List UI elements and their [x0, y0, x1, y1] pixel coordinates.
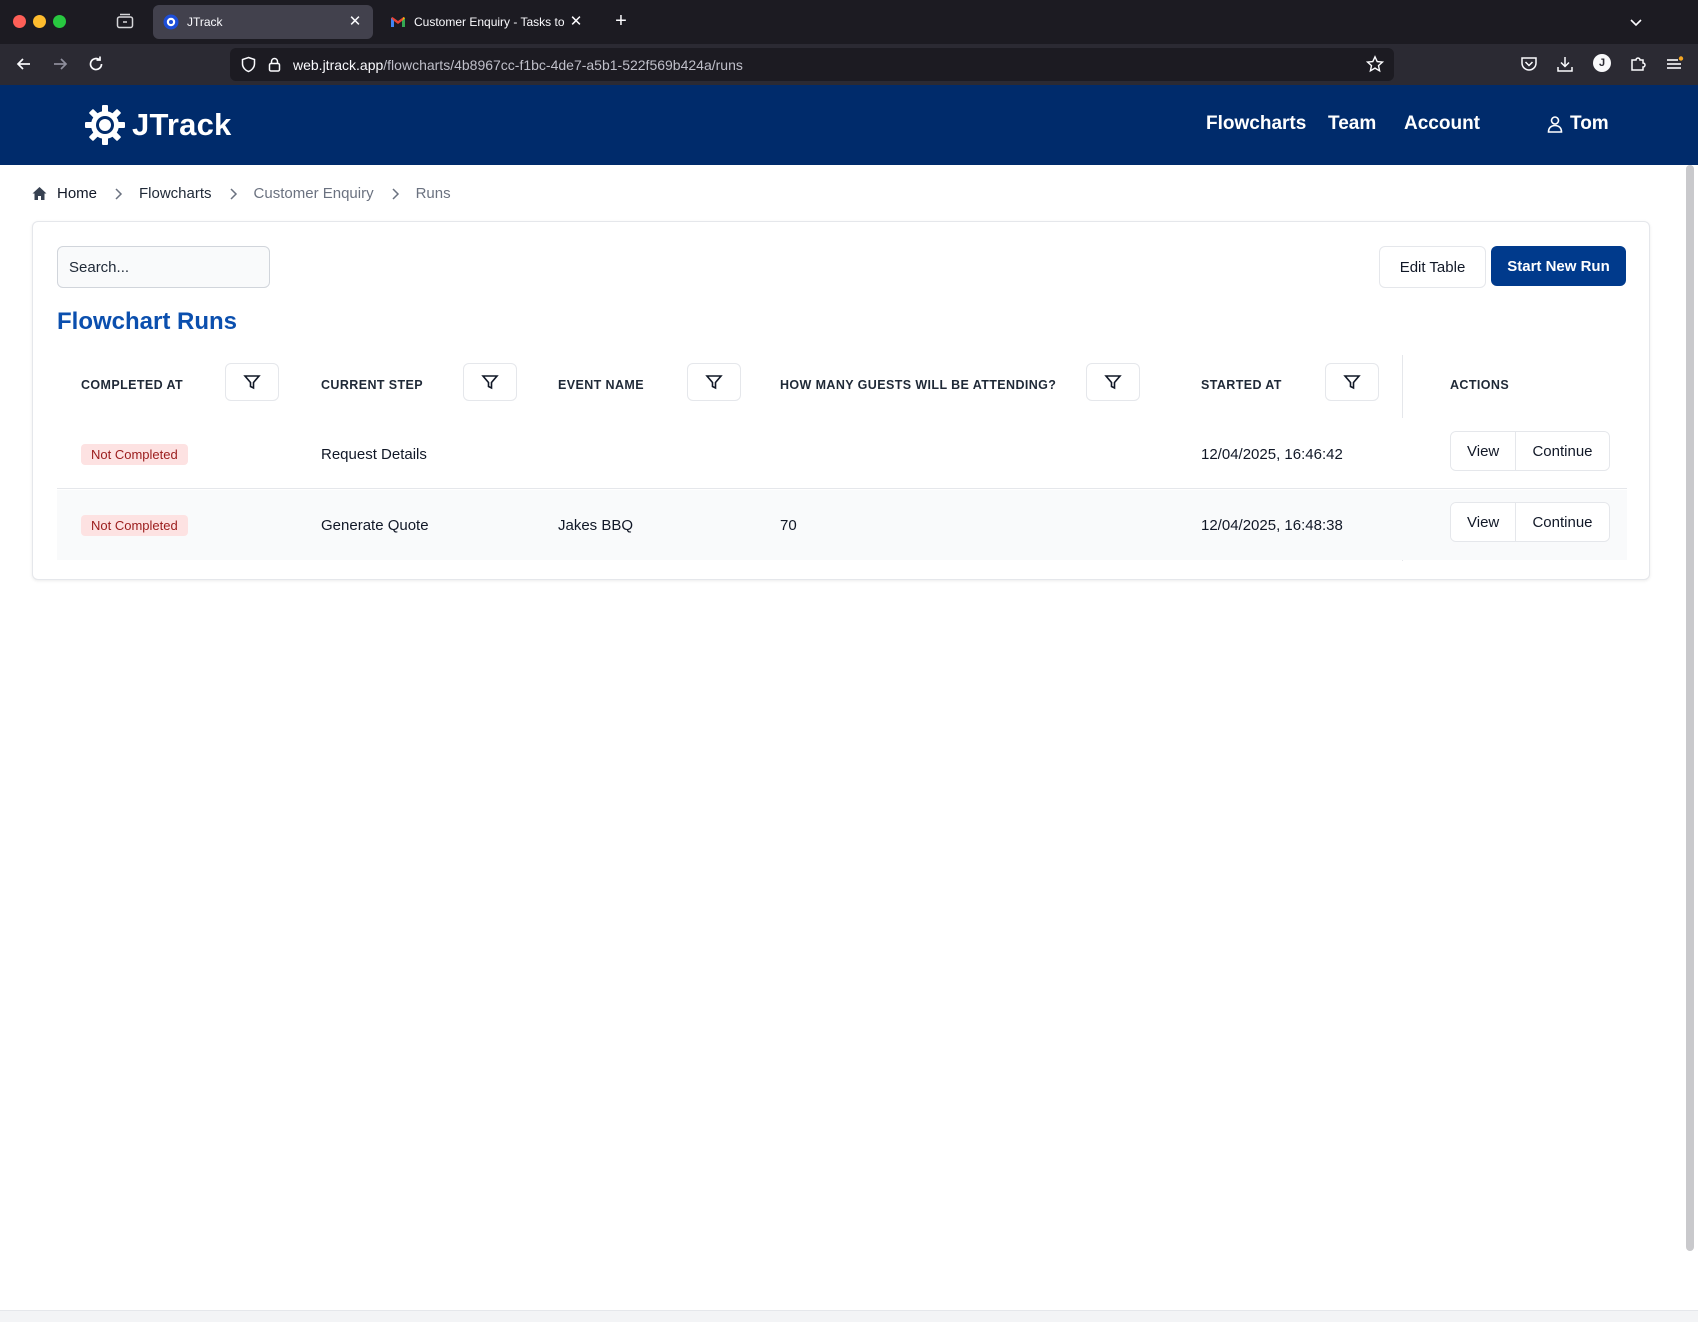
filter-current-step-button[interactable] — [463, 363, 517, 401]
chevron-down-icon[interactable] — [1628, 14, 1644, 30]
search-input[interactable] — [57, 246, 270, 288]
breadcrumb-customer-enquiry[interactable]: Customer Enquiry — [254, 185, 374, 202]
column-header-guests: How Many Guests Will Be Attending? — [780, 378, 1057, 392]
url-text: web.jtrack.app/flowcharts/4b8967cc-f1bc-… — [293, 57, 743, 73]
app-header: JTrack Flowcharts Team Account Tom — [0, 85, 1698, 165]
breadcrumb-runs: Runs — [415, 185, 451, 202]
tab-close-icon[interactable]: ✕ — [568, 14, 584, 30]
chevron-right-icon — [111, 187, 125, 201]
column-header-actions: Actions — [1450, 378, 1510, 392]
jtrack-favicon-icon — [163, 14, 179, 30]
forward-arrow-icon[interactable] — [50, 54, 70, 74]
gear-logo-icon — [84, 104, 126, 146]
completed-cell: Not Completed — [81, 419, 188, 490]
start-new-run-button[interactable]: Start New Run — [1491, 246, 1626, 286]
current-step-cell: Request Details — [321, 446, 427, 463]
nav-account[interactable]: Account — [1404, 113, 1480, 135]
brand-name: JTrack — [132, 107, 232, 142]
status-badge: Not Completed — [81, 444, 188, 465]
browser-tab-gmail[interactable]: Customer Enquiry - Tasks to co ✕ — [380, 5, 594, 39]
filter-icon — [1104, 375, 1122, 390]
nav-flowcharts[interactable]: Flowcharts — [1206, 113, 1306, 135]
runs-table: Completed At Current Step Event Name How… — [57, 352, 1627, 560]
page-scrollbar[interactable] — [1686, 165, 1694, 1251]
lock-icon[interactable] — [266, 56, 283, 73]
download-icon[interactable] — [1555, 54, 1575, 74]
breadcrumb-home-label: Home — [57, 185, 98, 202]
tab-overview-icon[interactable] — [116, 13, 134, 29]
completed-cell: Not Completed — [81, 490, 188, 561]
breadcrumb-flowcharts[interactable]: Flowcharts — [139, 185, 212, 202]
breadcrumb: Home Flowcharts Customer Enquiry Runs — [32, 185, 451, 202]
reload-icon[interactable] — [86, 54, 106, 74]
started-at-cell: 12/04/2025, 16:48:38 — [1201, 517, 1343, 534]
shield-icon[interactable] — [240, 56, 257, 73]
filter-icon — [243, 375, 261, 390]
window-maximize-button[interactable] — [53, 15, 66, 28]
tab-title: JTrack — [187, 15, 223, 29]
home-icon — [32, 186, 47, 201]
chevron-right-icon — [388, 187, 402, 201]
filter-started-at-button[interactable] — [1325, 363, 1379, 401]
profile-avatar[interactable]: J — [1593, 54, 1611, 72]
current-step-cell: Generate Quote — [321, 517, 429, 534]
filter-guests-button[interactable] — [1086, 363, 1140, 401]
window-minimize-button[interactable] — [33, 15, 46, 28]
user-menu[interactable]: Tom — [1546, 113, 1609, 135]
status-badge: Not Completed — [81, 515, 188, 536]
continue-button[interactable]: Continue — [1516, 432, 1609, 470]
filter-icon — [1343, 375, 1361, 390]
user-name: Tom — [1570, 113, 1609, 134]
runs-card: Edit Table Start New Run Flowchart Runs … — [32, 221, 1650, 580]
back-arrow-icon[interactable] — [14, 54, 34, 74]
user-icon — [1546, 115, 1564, 133]
continue-button[interactable]: Continue — [1516, 503, 1609, 541]
pocket-icon[interactable] — [1519, 54, 1539, 74]
event-name-cell: Jakes BBQ — [558, 517, 634, 534]
started-at-cell: 12/04/2025, 16:46:42 — [1201, 446, 1343, 463]
row-actions: View Continue — [1450, 431, 1610, 471]
window-close-button[interactable] — [13, 15, 26, 28]
view-button[interactable]: View — [1451, 503, 1516, 541]
bottom-edge — [0, 1310, 1698, 1322]
tab-close-icon[interactable]: ✕ — [347, 14, 363, 30]
table-row: Not Completed Request Details 12/04/2025… — [57, 418, 1627, 489]
breadcrumb-home[interactable]: Home — [32, 185, 97, 202]
brand-logo[interactable]: JTrack — [84, 104, 231, 146]
view-button[interactable]: View — [1451, 432, 1516, 470]
menu-hamburger-icon[interactable] — [1664, 54, 1684, 74]
address-bar[interactable]: web.jtrack.app/flowcharts/4b8967cc-f1bc-… — [230, 48, 1394, 81]
column-header-completed-at: Completed At — [81, 378, 184, 392]
tab-title: Customer Enquiry - Tasks to co — [414, 15, 568, 29]
filter-icon — [481, 375, 499, 390]
filter-completed-at-button[interactable] — [225, 363, 279, 401]
nav-team[interactable]: Team — [1328, 113, 1376, 135]
row-actions: View Continue — [1450, 502, 1610, 542]
filter-event-name-button[interactable] — [687, 363, 741, 401]
extensions-puzzle-icon[interactable] — [1628, 54, 1648, 74]
browser-tab-jtrack[interactable]: JTrack ✕ — [153, 5, 373, 39]
gmail-favicon-icon — [390, 14, 406, 30]
browser-tab-bar: JTrack ✕ Customer Enquiry - Tasks to co … — [0, 0, 1698, 44]
table-row: Not Completed Generate Quote Jakes BBQ 7… — [57, 489, 1627, 560]
filter-icon — [705, 375, 723, 390]
bookmark-star-icon[interactable] — [1365, 55, 1385, 73]
new-tab-button[interactable]: + — [612, 11, 630, 31]
edit-table-button[interactable]: Edit Table — [1379, 246, 1486, 288]
chevron-right-icon — [226, 187, 240, 201]
browser-nav-bar: web.jtrack.app/flowcharts/4b8967cc-f1bc-… — [0, 44, 1698, 85]
table-header: Completed At Current Step Event Name How… — [57, 352, 1627, 418]
column-header-current-step: Current Step — [321, 378, 424, 392]
guests-cell: 70 — [780, 517, 797, 534]
column-header-event-name: Event Name — [558, 378, 644, 392]
page-title: Flowchart Runs — [57, 308, 238, 335]
column-header-started-at: Started At — [1201, 378, 1282, 392]
